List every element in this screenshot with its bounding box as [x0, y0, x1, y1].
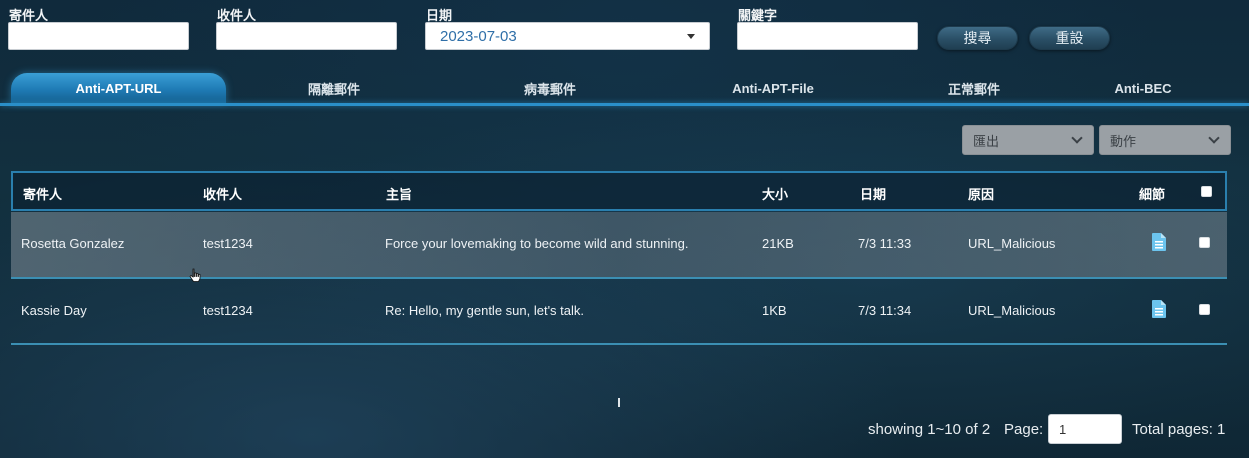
row-reason: URL_Malicious	[968, 236, 1056, 251]
caret-down-icon	[687, 33, 695, 39]
document-icon[interactable]	[1152, 300, 1166, 318]
sender-filter-input[interactable]	[8, 22, 189, 50]
pager-page-label: Page:	[1004, 421, 1044, 438]
header-size[interactable]: 大小	[762, 184, 788, 203]
row-size: 21KB	[762, 236, 794, 251]
row-sender: Kassie Day	[21, 303, 87, 318]
date-filter-value: 2023-07-03	[440, 27, 517, 45]
date-filter-select[interactable]: 2023-07-03	[425, 22, 710, 50]
row-reason: URL_Malicious	[968, 303, 1056, 318]
action-dropdown[interactable]: 動作	[1099, 125, 1231, 155]
chevron-down-icon	[1071, 132, 1083, 144]
select-all-checkbox[interactable]	[1201, 186, 1212, 197]
row-date: 7/3 11:34	[858, 303, 912, 318]
mouse-pointer-icon	[189, 268, 201, 282]
pager-showing-text: showing 1~10 of 2	[868, 421, 991, 438]
tab-anti-apt-url[interactable]: Anti-APT-URL	[11, 73, 226, 103]
row-recipient: test1234	[203, 303, 253, 318]
page-number-input[interactable]	[1048, 414, 1122, 444]
action-dropdown-label: 動作	[1110, 133, 1137, 149]
tab-quarantine[interactable]: 隔離郵件	[244, 73, 424, 103]
header-recipient[interactable]: 收件人	[203, 184, 242, 203]
row-checkbox[interactable]	[1199, 237, 1210, 248]
chevron-down-icon	[1208, 132, 1220, 144]
pager-total-pages: Total pages: 1	[1132, 421, 1226, 438]
row-subject: Re: Hello, my gentle sun, let's talk.	[385, 303, 585, 318]
tab-anti-bec[interactable]: Anti-BEC	[1053, 73, 1233, 103]
header-date[interactable]: 日期	[860, 184, 886, 203]
tab-anti-apt-file[interactable]: Anti-APT-File	[683, 73, 863, 103]
row-subject: Force your lovemaking to become wild and…	[385, 236, 689, 251]
header-subject[interactable]: 主旨	[386, 184, 412, 203]
table-row[interactable]: Kassie Day test1234 Re: Hello, my gentle…	[11, 279, 1227, 343]
reset-button[interactable]: 重設	[1029, 26, 1110, 50]
row-date: 7/3 11:33	[858, 236, 912, 251]
export-dropdown-label: 匯出	[973, 133, 1000, 149]
document-icon[interactable]	[1152, 233, 1166, 251]
row-checkbox[interactable]	[1199, 304, 1210, 315]
tab-underline	[0, 103, 1249, 106]
export-dropdown[interactable]: 匯出	[962, 125, 1094, 155]
recipient-filter-input[interactable]	[216, 22, 397, 50]
header-details: 細節	[1139, 187, 1166, 202]
search-button[interactable]: 搜尋	[937, 26, 1018, 50]
text-caret	[618, 398, 620, 407]
tab-normal[interactable]: 正常郵件	[884, 73, 1064, 103]
tab-virus[interactable]: 病毒郵件	[460, 73, 640, 103]
row-sender: Rosetta Gonzalez	[21, 236, 125, 251]
row-recipient: test1234	[203, 236, 253, 251]
table-header: 寄件人 收件人 主旨 大小 日期 原因 細節	[11, 171, 1227, 211]
row-divider	[11, 343, 1227, 345]
keyword-filter-input[interactable]	[737, 22, 918, 50]
header-reason[interactable]: 原因	[968, 184, 994, 203]
row-size: 1KB	[762, 303, 787, 318]
header-sender[interactable]: 寄件人	[23, 184, 62, 203]
